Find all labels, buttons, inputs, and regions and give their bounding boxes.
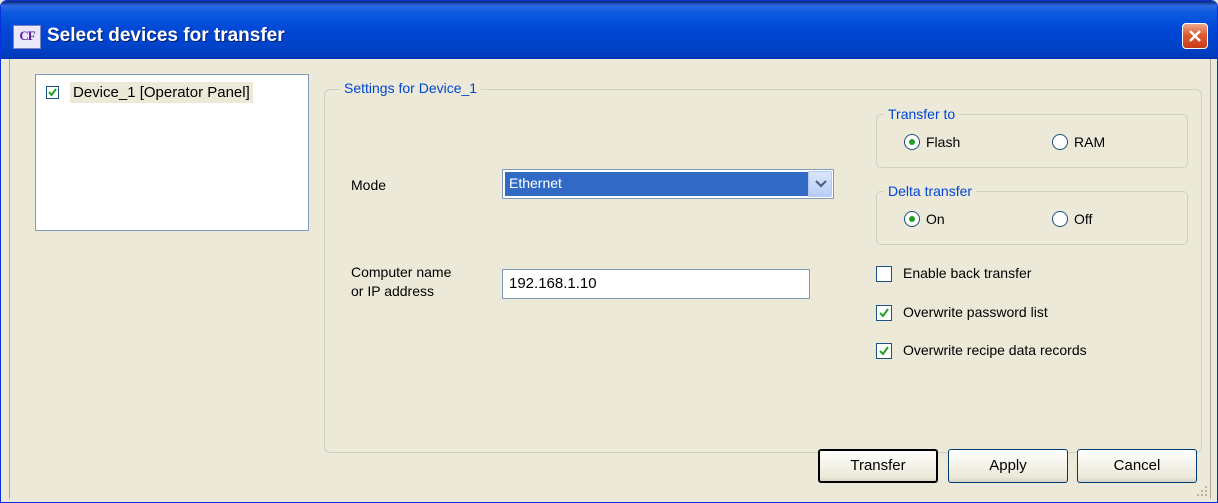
address-input[interactable]: 192.168.1.10 <box>502 269 810 299</box>
resize-grip-icon[interactable] <box>1196 485 1208 497</box>
transfer-to-legend: Transfer to <box>884 106 960 122</box>
delta-on-radio[interactable] <box>904 211 920 227</box>
window-title: Select devices for transfer <box>47 25 285 46</box>
enable-back-transfer-label[interactable]: Enable back transfer <box>903 265 1031 281</box>
mode-select-value: Ethernet <box>505 172 809 196</box>
flash-radio[interactable] <box>904 134 920 150</box>
overwrite-password-checkbox[interactable] <box>876 305 892 321</box>
enable-back-transfer-checkbox[interactable] <box>876 266 892 282</box>
dialog-body: Device_1 [Operator Panel] Settings for D… <box>9 59 1211 499</box>
settings-group-legend: Settings for Device_1 <box>340 80 482 96</box>
mode-label: Mode <box>351 177 387 193</box>
checkmark-icon <box>879 308 889 318</box>
ram-label[interactable]: RAM <box>1074 134 1105 150</box>
address-label-line1: Computer name <box>351 264 452 280</box>
device-checkbox[interactable] <box>46 86 59 99</box>
close-icon <box>1189 30 1201 42</box>
device-label: Device_1 [Operator Panel] <box>70 82 253 103</box>
app-icon: CF <box>13 25 41 49</box>
cancel-button[interactable]: Cancel <box>1077 449 1197 483</box>
mode-select[interactable]: Ethernet <box>502 169 834 199</box>
overwrite-recipe-label[interactable]: Overwrite recipe data records <box>903 342 1087 358</box>
radio-selected-dot <box>909 216 915 222</box>
delta-transfer-legend: Delta transfer <box>884 183 977 199</box>
chevron-down-icon <box>815 180 827 188</box>
delta-on-label[interactable]: On <box>926 211 945 227</box>
address-label-line2: or IP address <box>351 283 435 299</box>
transfer-button[interactable]: Transfer <box>818 449 938 483</box>
checkmark-icon <box>879 346 889 356</box>
checkmark-icon <box>48 88 57 97</box>
title-bar[interactable]: CF Select devices for transfer <box>1 1 1217 59</box>
delta-transfer-group <box>876 191 1188 245</box>
transfer-to-group <box>876 114 1188 168</box>
overwrite-recipe-checkbox[interactable] <box>876 343 892 359</box>
dialog-window: CF Select devices for transfer Device_1 … <box>0 0 1218 503</box>
delta-off-radio[interactable] <box>1052 211 1068 227</box>
delta-off-label[interactable]: Off <box>1074 211 1092 227</box>
overwrite-password-label[interactable]: Overwrite password list <box>903 304 1048 320</box>
mode-dropdown-button[interactable] <box>808 171 832 197</box>
device-list[interactable]: Device_1 [Operator Panel] <box>35 74 309 231</box>
radio-selected-dot <box>909 139 915 145</box>
ram-radio[interactable] <box>1052 134 1068 150</box>
apply-button[interactable]: Apply <box>948 449 1068 483</box>
flash-label[interactable]: Flash <box>926 134 960 150</box>
close-button[interactable] <box>1182 23 1208 49</box>
